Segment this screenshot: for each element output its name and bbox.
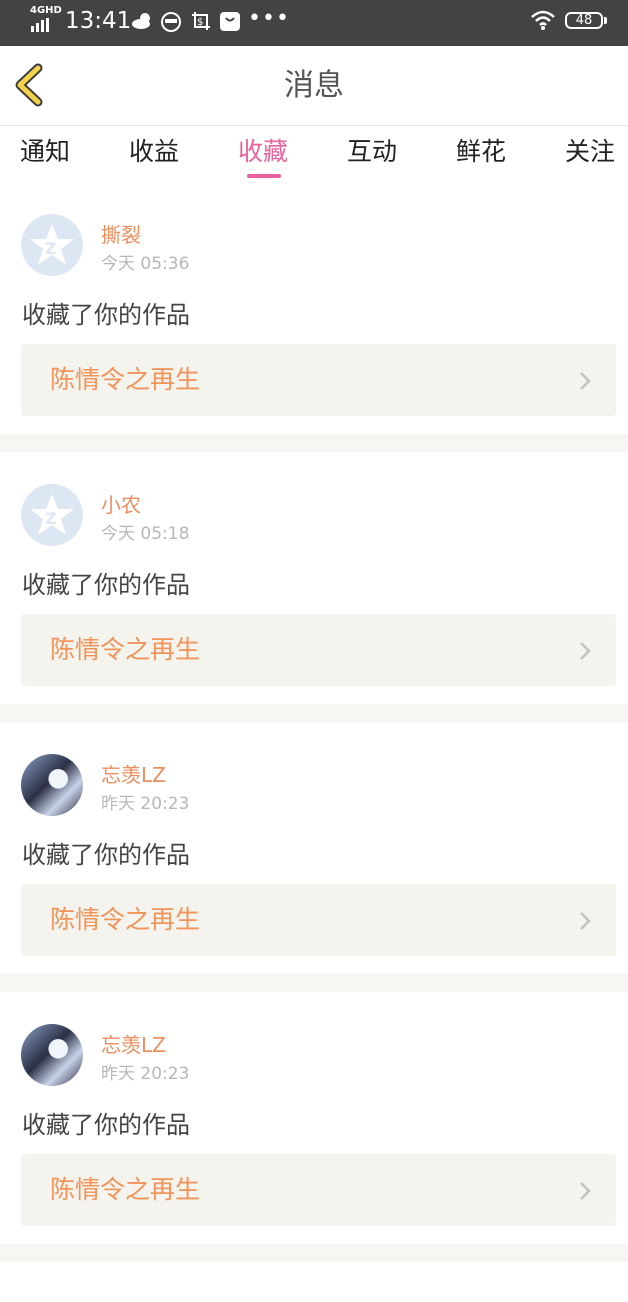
tab-flowers[interactable]: 鲜花 bbox=[456, 126, 506, 182]
weather-cloud-icon bbox=[132, 13, 150, 29]
app-notification-icon bbox=[161, 12, 181, 32]
timestamp: 今天 05:36 bbox=[101, 254, 190, 274]
timestamp: 今天 05:18 bbox=[101, 524, 190, 544]
wifi-icon bbox=[531, 10, 555, 30]
battery-level: 48 bbox=[575, 13, 593, 28]
status-time: 13:41 bbox=[65, 8, 132, 34]
svg-text:Z: Z bbox=[45, 509, 57, 528]
back-button[interactable] bbox=[8, 60, 54, 110]
action-text: 收藏了你的作品 bbox=[22, 301, 190, 329]
work-title: 陈情令之再生 bbox=[50, 365, 201, 394]
shopping-bag-icon bbox=[220, 12, 240, 31]
notification-card-partial bbox=[0, 1262, 628, 1302]
svg-text:Z: Z bbox=[45, 239, 57, 258]
notification-card: 忘羡LZ 昨天 20:23 收藏了你的作品 陈情令之再生 bbox=[0, 992, 628, 1244]
work-link[interactable]: 陈情令之再生 bbox=[21, 884, 616, 956]
work-link[interactable]: 陈情令之再生 bbox=[21, 344, 616, 416]
header: 消息 bbox=[0, 46, 628, 126]
avatar[interactable]: Z bbox=[21, 484, 83, 546]
network-type: 4GHD bbox=[30, 5, 62, 16]
work-link[interactable]: 陈情令之再生 bbox=[21, 614, 616, 686]
action-text: 收藏了你的作品 bbox=[22, 571, 190, 599]
avatar[interactable]: Z bbox=[21, 214, 83, 276]
battery-icon: 48 bbox=[565, 12, 603, 29]
default-avatar-icon: Z bbox=[30, 494, 74, 535]
timestamp: 昨天 20:23 bbox=[101, 1064, 190, 1084]
notification-card: 忘羡LZ 昨天 20:23 收藏了你的作品 陈情令之再生 bbox=[0, 722, 628, 974]
chevron-right-icon bbox=[580, 1182, 591, 1200]
tab-notifications[interactable]: 通知 bbox=[20, 126, 70, 182]
action-text: 收藏了你的作品 bbox=[22, 1111, 190, 1139]
work-link[interactable]: 陈情令之再生 bbox=[21, 1154, 616, 1226]
timestamp: 昨天 20:23 bbox=[101, 794, 190, 814]
chevron-right-icon bbox=[580, 642, 591, 660]
work-title: 陈情令之再生 bbox=[50, 905, 201, 934]
avatar[interactable] bbox=[21, 1024, 83, 1086]
avatar[interactable] bbox=[21, 754, 83, 816]
tab-interactions[interactable]: 互动 bbox=[347, 126, 397, 182]
notification-card: Z 撕裂 今天 05:36 收藏了你的作品 陈情令之再生 bbox=[0, 182, 628, 434]
svg-text:$: $ bbox=[197, 17, 203, 28]
tab-bar: 通知 收益 收藏 互动 鲜花 关注 bbox=[0, 126, 628, 182]
status-bar: 4GHD 13:41 $ ••• 48 bbox=[0, 0, 628, 46]
chevron-right-icon bbox=[580, 372, 591, 390]
more-notifications-icon: ••• bbox=[248, 6, 290, 31]
screenshot-icon: $ bbox=[192, 12, 210, 30]
username[interactable]: 忘羡LZ bbox=[101, 1029, 166, 1058]
username[interactable]: 撕裂 bbox=[101, 219, 141, 248]
signal-icon bbox=[31, 18, 49, 32]
username[interactable]: 小农 bbox=[101, 489, 141, 518]
tab-following[interactable]: 关注 bbox=[565, 126, 615, 182]
active-tab-indicator bbox=[247, 174, 281, 178]
notification-card: Z 小农 今天 05:18 收藏了你的作品 陈情令之再生 bbox=[0, 452, 628, 704]
notification-list: Z 撕裂 今天 05:36 收藏了你的作品 陈情令之再生 Z 小农 今天 05:… bbox=[0, 182, 628, 1302]
default-avatar-icon: Z bbox=[30, 224, 74, 265]
tab-earnings[interactable]: 收益 bbox=[129, 126, 179, 182]
battery-tip bbox=[604, 17, 607, 24]
work-title: 陈情令之再生 bbox=[50, 1175, 201, 1204]
page-title: 消息 bbox=[284, 68, 344, 103]
username[interactable]: 忘羡LZ bbox=[101, 759, 166, 788]
work-title: 陈情令之再生 bbox=[50, 635, 201, 664]
action-text: 收藏了你的作品 bbox=[22, 841, 190, 869]
chevron-right-icon bbox=[580, 912, 591, 930]
